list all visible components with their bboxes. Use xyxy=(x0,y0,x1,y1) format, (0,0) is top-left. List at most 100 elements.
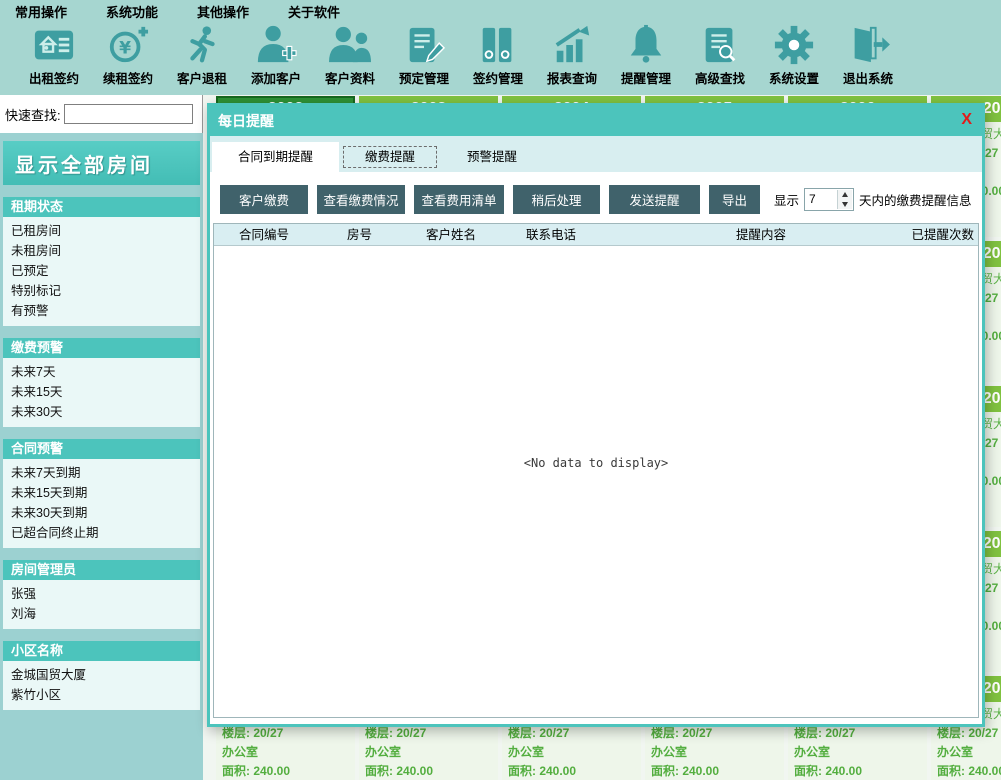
toolbar-item-reminder-manage[interactable]: 提醒管理 xyxy=(609,23,683,87)
toolbar: 出租签约 ¥ 续租签约 客户退租 添加客户 客户资料 预定管理 签约管理 xyxy=(17,23,905,87)
sidebar: 快速查找: 显示全部房间 租期状态 已租房间未租房间已预定特别标记有预警 缴费预… xyxy=(0,95,203,780)
sidebar-item[interactable]: 金城国贸大厦 xyxy=(3,665,200,685)
sidebar-item[interactable]: 特别标记 xyxy=(3,281,200,301)
menu-bar: 常用操作 系统功能 其他操作 关于软件 xyxy=(0,0,1001,23)
sidebar-section: 合同预警 未来7天到期未来15天到期未来30天到期已超合同终止期 xyxy=(3,439,200,548)
quick-search-label: 快速查找: xyxy=(5,105,61,124)
sidebar-section-items: 未来7天未来15天未来30天 xyxy=(3,358,200,427)
sidebar-item[interactable]: 有预警 xyxy=(3,301,200,321)
table-column-header[interactable]: 提醒内容 xyxy=(736,224,786,246)
table-column-header[interactable]: 客户姓名 xyxy=(426,224,476,246)
sidebar-item[interactable]: 未来30天 xyxy=(3,402,200,422)
dialog-action-button[interactable]: 发送提醒 xyxy=(609,185,700,214)
days-spinner-buttons xyxy=(837,190,852,209)
reminder-table-header: 合同编号 房号 客户姓名 联系电话 提醒内容 已提醒次数 xyxy=(214,224,978,246)
menu-item[interactable]: 常用操作 xyxy=(15,2,67,21)
toolbar-item-label: 高级查找 xyxy=(683,68,757,87)
menu-item[interactable]: 关于软件 xyxy=(288,2,340,21)
room-card-type: 办公室 xyxy=(216,743,355,762)
add-customer-icon xyxy=(239,23,313,67)
sidebar-section: 房间管理员 张强刘海 xyxy=(3,560,200,629)
room-card-area: 面积: 240.00 xyxy=(216,762,355,780)
table-column-header[interactable]: 已提醒次数 xyxy=(911,224,974,246)
spinner-down-icon[interactable] xyxy=(838,200,852,210)
toolbar-item-settings[interactable]: 系统设置 xyxy=(757,23,831,87)
toolbar-item-label: 预定管理 xyxy=(387,68,461,87)
sidebar-section-title: 房间管理员 xyxy=(3,560,200,580)
dialog-titlebar: 每日提醒 X xyxy=(210,106,982,136)
room-card-type: 办公室 xyxy=(502,743,641,762)
table-column-header[interactable]: 房号 xyxy=(347,224,372,246)
sidebar-section: 小区名称 金城国贸大厦紫竹小区 xyxy=(3,641,200,710)
sidebar-item[interactable]: 未来30天到期 xyxy=(3,503,200,523)
report-query-icon xyxy=(535,23,609,67)
sidebar-item[interactable]: 未来7天到期 xyxy=(3,463,200,483)
room-card-type: 办公室 xyxy=(359,743,498,762)
sidebar-item[interactable]: 未来15天到期 xyxy=(3,483,200,503)
menu-item[interactable]: 其他操作 xyxy=(197,2,249,21)
sidebar-item[interactable]: 未租房间 xyxy=(3,241,200,261)
dialog-content: 客户缴费查看缴费情况查看费用清单稍后处理发送提醒导出 显示 7 天内的缴费提醒信… xyxy=(210,172,982,724)
reminder-manage-icon xyxy=(609,23,683,67)
sidebar-section-items: 张强刘海 xyxy=(3,580,200,629)
sidebar-item[interactable]: 未来15天 xyxy=(3,382,200,402)
sidebar-item[interactable]: 已预定 xyxy=(3,261,200,281)
display-days-suffix: 天内的缴费提醒信息 xyxy=(859,190,972,209)
daily-reminder-dialog: 每日提醒 X 合同到期提醒缴费提醒预警提醒 客户缴费查看缴费情况查看费用清单稍后… xyxy=(207,103,985,727)
dialog-action-button[interactable]: 客户缴费 xyxy=(220,185,308,214)
advanced-search-icon xyxy=(683,23,757,67)
table-column-header[interactable]: 合同编号 xyxy=(239,224,289,246)
toolbar-item-label: 提醒管理 xyxy=(609,68,683,87)
sidebar-section-title: 缴费预警 xyxy=(3,338,200,358)
toolbar-item-label: 客户退租 xyxy=(165,68,239,87)
sidebar-item[interactable]: 刘海 xyxy=(3,604,200,624)
toolbar-item-lease-sign[interactable]: 出租签约 xyxy=(17,23,91,87)
sidebar-section-items: 未来7天到期未来15天到期未来30天到期已超合同终止期 xyxy=(3,459,200,548)
toolbar-item-label: 客户资料 xyxy=(313,68,387,87)
sidebar-item[interactable]: 张强 xyxy=(3,584,200,604)
room-card-area: 面积: 240.00 xyxy=(502,762,641,780)
close-icon[interactable]: X xyxy=(961,106,972,136)
table-empty-message: <No data to display> xyxy=(214,456,978,470)
toolbar-item-label: 报表查询 xyxy=(535,68,609,87)
days-spinner-value: 7 xyxy=(809,189,816,210)
room-card-area: 面积: 240.00 xyxy=(645,762,784,780)
dialog-tab[interactable]: 预警提醒 xyxy=(441,142,543,172)
dialog-action-button[interactable]: 查看费用清单 xyxy=(414,185,504,214)
quick-search-row: 快速查找: xyxy=(0,95,203,133)
toolbar-item-move-out[interactable]: 客户退租 xyxy=(165,23,239,87)
toolbar-item-add-customer[interactable]: 添加客户 xyxy=(239,23,313,87)
sidebar-item[interactable]: 未来7天 xyxy=(3,362,200,382)
sidebar-item[interactable]: 紫竹小区 xyxy=(3,685,200,705)
reminder-table: 合同编号 房号 客户姓名 联系电话 提醒内容 已提醒次数 <No data to disp… xyxy=(213,223,979,718)
sidebar-sections: 租期状态 已租房间未租房间已预定特别标记有预警 缴费预警 未来7天未来15天未来… xyxy=(0,197,203,710)
toolbar-item-contract-manage[interactable]: 签约管理 xyxy=(461,23,535,87)
dialog-tab[interactable]: 合同到期提醒 xyxy=(212,142,339,172)
sidebar-item[interactable]: 已租房间 xyxy=(3,221,200,241)
toolbar-item-customer-files[interactable]: 客户资料 xyxy=(313,23,387,87)
toolbar-item-advanced-search[interactable]: 高级查找 xyxy=(683,23,757,87)
sidebar-item[interactable]: 已超合同终止期 xyxy=(3,523,200,543)
move-out-icon xyxy=(165,23,239,67)
toolbar-item-label: 出租签约 xyxy=(17,68,91,87)
menu-item[interactable]: 系统功能 xyxy=(106,2,158,21)
toolbar-item-label: 退出系统 xyxy=(831,68,905,87)
quick-search-input[interactable] xyxy=(64,104,193,124)
dialog-action-button[interactable]: 查看缴费情况 xyxy=(317,185,405,214)
table-column-header[interactable]: 联系电话 xyxy=(526,224,576,246)
toolbar-item-renew-lease[interactable]: ¥ 续租签约 xyxy=(91,23,165,87)
svg-text:¥: ¥ xyxy=(119,39,131,59)
toolbar-item-exit[interactable]: 退出系统 xyxy=(831,23,905,87)
sidebar-section-title: 租期状态 xyxy=(3,197,200,217)
room-card-area: 面积: 240.00 xyxy=(931,762,1001,780)
dialog-action-button[interactable]: 导出 xyxy=(709,185,760,214)
toolbar-item-booking-manage[interactable]: 预定管理 xyxy=(387,23,461,87)
days-spinner[interactable]: 7 xyxy=(804,188,854,211)
room-card-type: 办公室 xyxy=(645,743,784,762)
show-all-rooms-button[interactable]: 显示全部房间 xyxy=(3,141,200,185)
spinner-up-icon[interactable] xyxy=(838,190,852,200)
dialog-action-button[interactable]: 稍后处理 xyxy=(513,185,600,214)
dialog-tab[interactable]: 缴费提醒 xyxy=(339,142,441,172)
toolbar-item-report-query[interactable]: 报表查询 xyxy=(535,23,609,87)
toolbar-item-label: 系统设置 xyxy=(757,68,831,87)
